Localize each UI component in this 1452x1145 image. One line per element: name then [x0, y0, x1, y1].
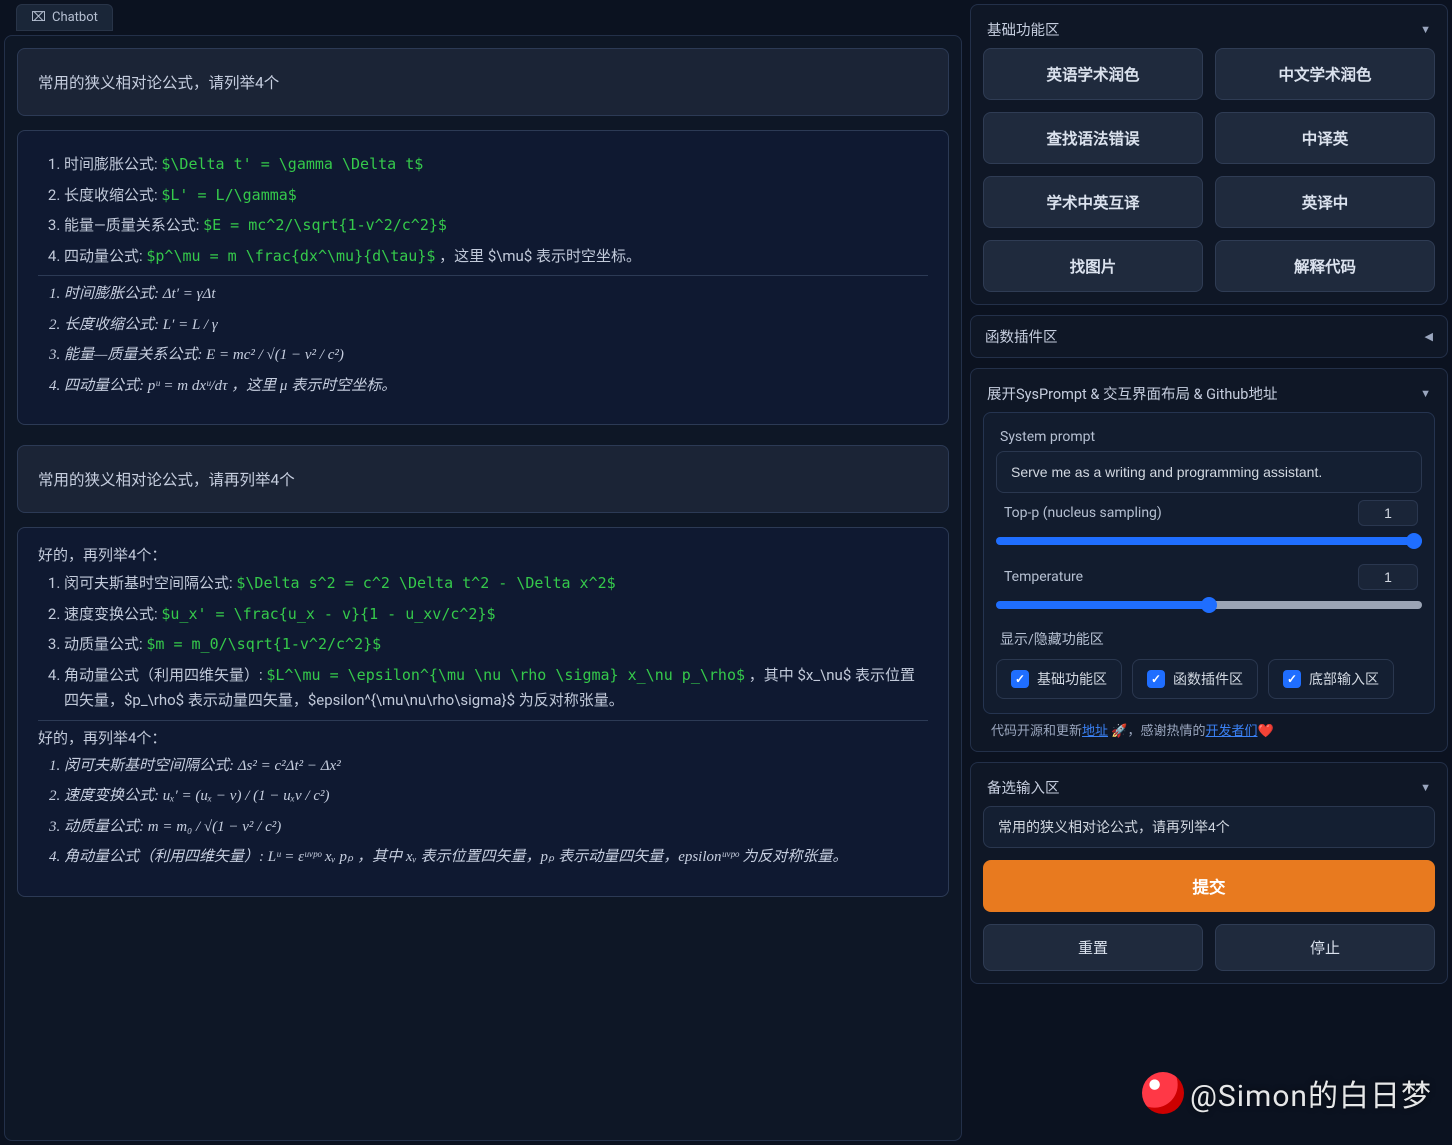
- tabs: ⌧ Chatbot: [4, 4, 962, 31]
- topp-value[interactable]: [1358, 500, 1418, 526]
- alt-input[interactable]: [983, 806, 1435, 848]
- chevron-down-icon: ▼: [1420, 23, 1431, 36]
- fn-btn-en2cn[interactable]: 英译中: [1215, 176, 1435, 228]
- bot-lead: 好的，再列举4个：: [38, 727, 928, 748]
- formula-src-row: 四动量公式: $p^\mu = m \frac{dx^\mu}{d\tau}$ …: [64, 244, 928, 270]
- stop-button[interactable]: 停止: [1215, 924, 1435, 971]
- heart-icon: ❤️: [1257, 724, 1273, 739]
- user-message-text: 常用的狭义相对论公式，请再列举4个: [38, 471, 295, 489]
- chat-icon: ⌧: [31, 10, 46, 25]
- panel-title: 函数插件区: [985, 326, 1058, 347]
- devs-link[interactable]: 开发者们: [1205, 724, 1257, 739]
- tab-chatbot-label: Chatbot: [52, 10, 98, 25]
- function-plugins-panel: 函数插件区 ◀: [970, 315, 1448, 358]
- fn-btn-find-image[interactable]: 找图片: [983, 240, 1203, 292]
- panel-title: 基础功能区: [987, 19, 1060, 40]
- check-icon: ✓: [1011, 670, 1029, 688]
- fn-btn-grammar[interactable]: 查找语法错误: [983, 112, 1203, 164]
- formula-src-row: 闵可夫斯基时空间隔公式: $\Delta s^2 = c^2 \Delta t^…: [64, 571, 928, 597]
- chevron-down-icon: ▼: [1420, 781, 1431, 794]
- formula-rendered-row: 四动量公式: pᵘ = m dxᵘ/dτ ，这里 μ 表示时空坐标。: [64, 374, 928, 400]
- user-message: 常用的狭义相对论公式，请列举4个: [17, 48, 949, 116]
- panel-title: 备选输入区: [987, 777, 1060, 798]
- formula-rendered-row: 时间膨胀公式: Δt′ = γΔt: [64, 282, 928, 308]
- repo-link[interactable]: 地址: [1082, 724, 1108, 739]
- fn-btn-en-polish[interactable]: 英语学术润色: [983, 48, 1203, 100]
- formula-src-row: 速度变换公式: $u_x' = \frac{u_x - v}{1 - u_xv/…: [64, 602, 928, 628]
- user-message: 常用的狭义相对论公式，请再列举4个: [17, 445, 949, 513]
- function-plugins-header[interactable]: 函数插件区 ◀: [985, 326, 1433, 347]
- topp-label: Top-p (nucleus sampling): [1004, 505, 1162, 521]
- advanced-panel: 展开SysPrompt & 交互界面布局 & Github地址 ▼ System…: [970, 368, 1448, 752]
- temperature-value[interactable]: [1358, 564, 1418, 590]
- formula-rendered-row: 动质量公式: m = m₀ / √(1 − v² / c²): [64, 815, 928, 841]
- chevron-down-icon: ▼: [1420, 387, 1431, 400]
- formula-src-row: 时间膨胀公式: $\Delta t' = \gamma \Delta t$: [64, 152, 928, 178]
- bot-lead: 好的，再列举4个：: [38, 544, 928, 565]
- check-icon: ✓: [1147, 670, 1165, 688]
- formula-rendered-row: 速度变换公式: uₓ′ = (uₓ − v) / (1 − uₓv / c²): [64, 784, 928, 810]
- fn-btn-acad-trans[interactable]: 学术中英互译: [983, 176, 1203, 228]
- reset-button[interactable]: 重置: [983, 924, 1203, 971]
- panel-title: 展开SysPrompt & 交互界面布局 & Github地址: [987, 383, 1277, 404]
- tab-chatbot[interactable]: ⌧ Chatbot: [16, 4, 113, 31]
- toggle-plugins[interactable]: ✓函数插件区: [1132, 659, 1258, 699]
- formula-rendered-row: 能量—质量关系公式: E = mc² / √(1 − v² / c²): [64, 343, 928, 369]
- advanced-header[interactable]: 展开SysPrompt & 交互界面布局 & Github地址 ▼: [983, 379, 1435, 412]
- basic-functions-panel: 基础功能区 ▼ 英语学术润色 中文学术润色 查找语法错误 中译英 学术中英互译 …: [970, 4, 1448, 305]
- temperature-label: Temperature: [1004, 569, 1083, 585]
- bot-message: 时间膨胀公式: $\Delta t' = \gamma \Delta t$ 长度…: [17, 130, 949, 425]
- toggle-basic[interactable]: ✓基础功能区: [996, 659, 1122, 699]
- fn-btn-cn2en[interactable]: 中译英: [1215, 112, 1435, 164]
- formula-rendered-row: 闵可夫斯基时空间隔公式: Δs² = c²Δt² − Δx²: [64, 754, 928, 780]
- toggle-input[interactable]: ✓底部输入区: [1268, 659, 1394, 699]
- check-icon: ✓: [1283, 670, 1301, 688]
- formula-src-row: 动质量公式: $m = m_0/\sqrt{1-v^2/c^2}$: [64, 632, 928, 658]
- formula-rendered-row: 长度收缩公式: L′ = L / γ: [64, 313, 928, 339]
- formula-src-row: 长度收缩公式: $L' = L/\gamma$: [64, 183, 928, 209]
- temperature-slider[interactable]: [996, 601, 1422, 609]
- input-header[interactable]: 备选输入区 ▼: [983, 773, 1435, 806]
- system-prompt-input[interactable]: [996, 451, 1422, 493]
- chat-area: 常用的狭义相对论公式，请列举4个 时间膨胀公式: $\Delta t' = \g…: [4, 35, 962, 1141]
- divider: [38, 720, 928, 721]
- formula-src-row: 角动量公式（利用四维矢量）: $L^\mu = \epsilon^{\mu \n…: [64, 663, 928, 714]
- fn-btn-explain-code[interactable]: 解释代码: [1215, 240, 1435, 292]
- input-panel: 备选输入区 ▼ 提交 重置 停止: [970, 762, 1448, 984]
- fn-btn-cn-polish[interactable]: 中文学术润色: [1215, 48, 1435, 100]
- formula-src-row: 能量—质量关系公式: $E = mc^2/\sqrt{1-v^2/c^2}$: [64, 213, 928, 239]
- chevron-left-icon: ◀: [1425, 330, 1433, 343]
- topp-slider[interactable]: [996, 537, 1422, 545]
- user-message-text: 常用的狭义相对论公式，请列举4个: [38, 74, 279, 92]
- footer-note: 代码开源和更新地址 🚀，感谢热情的开发者们❤️: [983, 714, 1435, 739]
- rocket-icon: 🚀: [1111, 724, 1127, 739]
- basic-functions-header[interactable]: 基础功能区 ▼: [983, 15, 1435, 48]
- submit-button[interactable]: 提交: [983, 860, 1435, 912]
- divider: [38, 275, 928, 276]
- formula-rendered-row: 角动量公式（利用四维矢量）: Lᵘ = εᵘᵛᵖᵒ xᵥ pₚ ，其中 xᵥ 表…: [64, 845, 928, 871]
- system-prompt-label: System prompt: [1000, 429, 1418, 445]
- toggle-section-label: 显示/隐藏功能区: [1000, 629, 1418, 649]
- bot-message: 好的，再列举4个： 闵可夫斯基时空间隔公式: $\Delta s^2 = c^2…: [17, 527, 949, 897]
